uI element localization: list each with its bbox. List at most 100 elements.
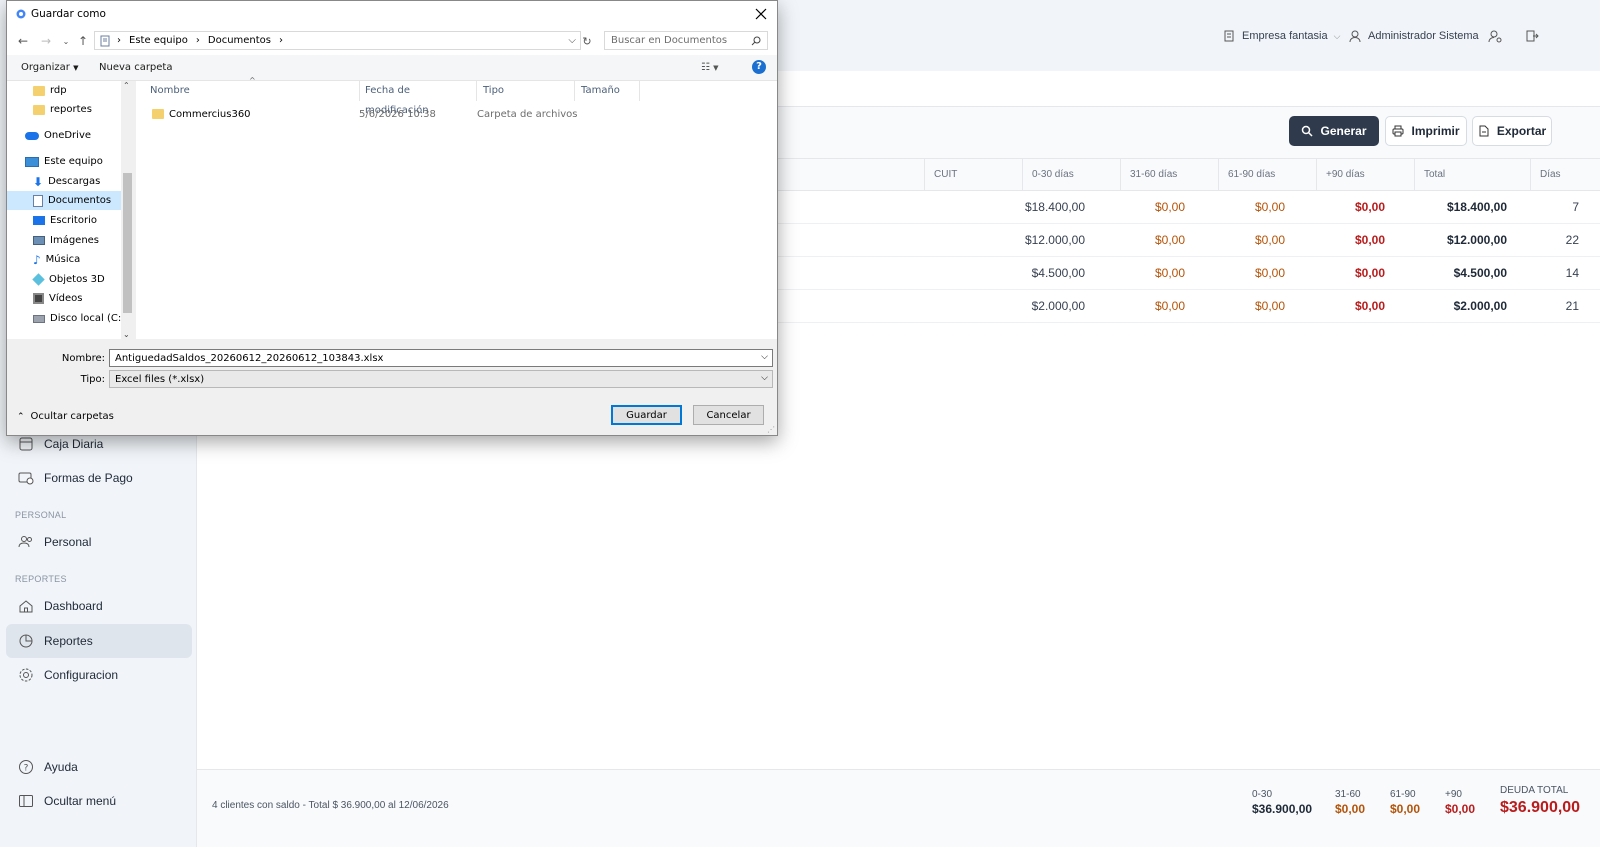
section-label-reportes: REPORTES — [15, 574, 67, 584]
sidebar-item-dashboard[interactable]: Dashboard — [6, 589, 192, 623]
hide-folders-toggle[interactable]: ⌃ Ocultar carpetas — [17, 411, 114, 422]
download-icon: ⬇ — [33, 174, 44, 189]
user-settings-button[interactable] — [1488, 26, 1502, 46]
filename-input[interactable]: AntiguedadSaldos_20260612_20260612_10384… — [109, 349, 773, 367]
chevron-down-icon[interactable]: ⌵ — [761, 352, 768, 362]
building-icon — [1224, 30, 1234, 42]
help-icon[interactable]: ? — [752, 60, 766, 74]
tree-item-imagenes[interactable]: Imágenes — [33, 231, 99, 250]
refresh-button[interactable]: ↻ — [579, 33, 595, 49]
user-name: Administrador Sistema — [1368, 30, 1479, 42]
view-options-button[interactable]: ☷ ▼ — [701, 62, 719, 73]
sidebar-item-configuracion[interactable]: Configuracion — [6, 658, 192, 692]
back-button[interactable]: ← — [15, 33, 31, 49]
column-header-tipo[interactable]: Tipo — [477, 81, 575, 101]
column-header-tamano[interactable]: Tamaño — [575, 81, 640, 101]
breadcrumb-separator-icon: › — [195, 35, 200, 46]
report-chart-icon — [19, 634, 33, 648]
cash-register-icon — [19, 437, 33, 451]
file-export-icon — [1479, 125, 1489, 137]
folder-icon — [152, 109, 164, 119]
resize-grip-icon[interactable]: ⋰ — [767, 425, 775, 434]
navigation-pane: rdp reportes OneDrive Este equipo ⬇ Desc… — [7, 81, 134, 339]
breadcrumb-separator-icon: › — [279, 35, 284, 46]
up-button[interactable]: ↑ — [75, 33, 91, 49]
tree-item-musica[interactable]: ♪ Música — [33, 250, 80, 269]
video-icon — [33, 293, 44, 304]
search-input[interactable]: Buscar en Documentos — [604, 31, 768, 50]
imprimir-button[interactable]: Imprimir — [1385, 116, 1467, 146]
filetype-select[interactable]: Excel files (*.xlsx) ⌵ — [109, 370, 773, 388]
column-header-nombre[interactable]: Nombre — [144, 81, 360, 101]
scrollbar-thumb[interactable] — [123, 173, 132, 313]
column-header-31-60[interactable]: 31-60 días — [1120, 159, 1218, 191]
save-button[interactable]: Guardar — [611, 405, 682, 425]
chevron-up-icon: ⌃ — [17, 411, 25, 422]
bucket-0-30-label: 0-30 — [1252, 789, 1273, 800]
tree-item-videos[interactable]: Vídeos — [33, 289, 82, 308]
sidebar-item-formas-de-pago[interactable]: Formas de Pago — [6, 461, 192, 495]
search-icon — [1302, 125, 1314, 137]
organize-button[interactable]: Organizar ▼ — [21, 62, 78, 73]
user-settings-icon — [1488, 30, 1502, 43]
bucket-0-30-value: $36.900,00 — [1252, 802, 1313, 816]
file-row[interactable]: Commercius360 5/6/2026 10:38 Carpeta de … — [152, 105, 612, 123]
tree-item-rdp[interactable]: rdp — [33, 81, 67, 100]
column-header-61-90[interactable]: 61-90 días — [1218, 159, 1316, 191]
tree-item-objetos-3d[interactable]: Objetos 3D — [32, 270, 105, 289]
tree-item-escritorio[interactable]: Escritorio — [33, 211, 97, 230]
cancel-button[interactable]: Cancelar — [693, 405, 764, 425]
music-icon: ♪ — [33, 252, 41, 267]
tree-item-reportes[interactable]: reportes — [33, 100, 92, 119]
forward-button[interactable]: → — [38, 33, 54, 49]
column-header-dias[interactable]: Días — [1530, 159, 1600, 191]
bucket-61-90-value: $0,00 — [1390, 802, 1421, 816]
summary-text: 4 clientes con saldo - Total $ 36.900,00… — [212, 800, 449, 811]
tree-item-onedrive[interactable]: OneDrive — [25, 126, 91, 145]
exportar-button[interactable]: Exportar — [1472, 116, 1552, 146]
dialog-toolbar: Organizar ▼ Nueva carpeta ☷ ▼ ? — [7, 55, 777, 81]
gear-icon — [19, 668, 33, 682]
breadcrumb-separator-icon: › — [117, 35, 121, 46]
recent-dropdown[interactable]: ⌄ — [58, 33, 74, 49]
bucket-61-90-label: 61-90 — [1390, 789, 1416, 800]
generar-button[interactable]: Generar — [1289, 116, 1379, 146]
payment-icon — [18, 472, 34, 485]
column-header-0-30[interactable]: 0-30 días — [1022, 159, 1120, 191]
sidebar-item-ayuda[interactable]: ? Ayuda — [6, 750, 192, 784]
file-list: ^ Nombre Fecha de modificación Tipo Tama… — [136, 76, 777, 339]
user-menu[interactable]: Administrador Sistema — [1348, 26, 1479, 46]
column-header-90[interactable]: +90 días — [1316, 159, 1414, 191]
tree-item-disco-local[interactable]: Disco local (C:) — [33, 309, 125, 328]
address-dropdown-icon[interactable]: ⌵ — [568, 35, 576, 46]
desktop-icon — [33, 216, 45, 225]
report-footer: 4 clientes con saldo - Total $ 36.900,00… — [197, 769, 1600, 847]
dialog-title-bar[interactable]: Guardar como — [7, 1, 777, 27]
logout-icon — [1526, 30, 1539, 42]
company-name: Empresa fantasia — [1242, 30, 1328, 42]
tree-item-documentos[interactable]: Documentos — [7, 191, 121, 210]
scroll-down-icon[interactable]: ⌄ — [123, 330, 130, 339]
navigation-pane-scrollbar[interactable]: ⌃ ⌄ — [121, 81, 134, 339]
users-icon — [18, 536, 32, 548]
sidebar-item-reportes[interactable]: Reportes — [6, 624, 192, 658]
tree-item-este-equipo[interactable]: Este equipo — [25, 152, 103, 171]
bucket-31-60-value: $0,00 — [1335, 802, 1366, 816]
column-header-cuit[interactable]: CUIT — [924, 159, 1022, 191]
tree-item-descargas[interactable]: ⬇ Descargas — [33, 172, 100, 191]
company-selector[interactable]: Empresa fantasia ⌵ — [1222, 26, 1340, 46]
scroll-up-icon[interactable]: ⌃ — [123, 81, 130, 90]
logout-button[interactable] — [1525, 26, 1539, 46]
sidebar-item-personal[interactable]: Personal — [6, 525, 192, 559]
column-header-fecha[interactable]: Fecha de modificación — [359, 81, 477, 116]
breadcrumb-este-equipo[interactable]: Este equipo — [129, 35, 188, 46]
file-date: 5/6/2026 10:38 — [359, 108, 436, 120]
address-bar[interactable]: › Este equipo › Documentos › ⌵ — [94, 31, 581, 50]
new-folder-button[interactable]: Nueva carpeta — [99, 62, 172, 73]
user-icon — [1349, 30, 1361, 43]
home-icon — [19, 600, 33, 613]
column-header-total[interactable]: Total — [1414, 159, 1530, 191]
sidebar-item-ocultar-menu[interactable]: Ocultar menú — [6, 784, 192, 818]
breadcrumb-documentos[interactable]: Documentos — [208, 35, 271, 46]
close-button[interactable] — [751, 4, 771, 24]
